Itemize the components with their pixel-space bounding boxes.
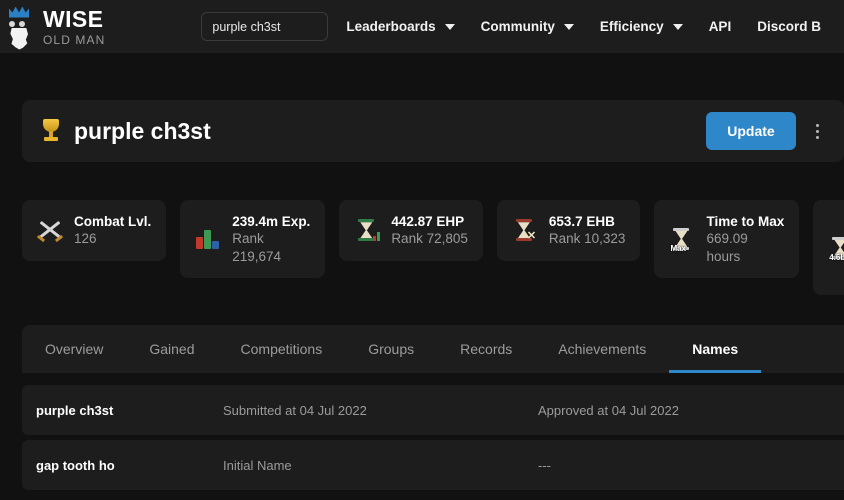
tab-bar: Overview Gained Competitions Groups Reco… — [22, 325, 844, 374]
tab-names[interactable]: Names — [669, 325, 762, 374]
row-approved: Approved at 04 Jul 2022 — [538, 402, 679, 418]
stat-secondary-2: hours — [706, 248, 741, 264]
nav-label: Leaderboards — [346, 19, 436, 34]
row-name: gap tooth ho — [36, 457, 115, 473]
stat-secondary: Rank — [232, 231, 264, 247]
stat-primary: Combat Lvl. — [74, 214, 152, 229]
stat-secondary-2: 219,674 — [232, 248, 282, 264]
green-hourglass-icon — [354, 217, 381, 243]
page-title: purple ch3st — [74, 117, 211, 144]
stat-primary: Time to Max — [706, 214, 785, 229]
nav-label: Community — [480, 19, 555, 34]
tab-label: Names — [692, 341, 739, 358]
wise-old-man-logo-icon — [4, 3, 34, 51]
red-hourglass-icon: ✕ — [512, 217, 538, 243]
tab-label: Gained — [149, 341, 195, 358]
names-table: purple ch3st Submitted at 04 Jul 2022 Ap… — [22, 385, 844, 491]
row-submitted: Initial Name — [223, 457, 292, 473]
brand-subtitle: OLD MAN — [43, 32, 106, 47]
nav-item-efficiency[interactable]: Efficiency — [600, 19, 683, 34]
chevron-down-icon — [444, 23, 455, 30]
hourglass-4-6b-icon: 4.6b — [828, 235, 844, 261]
tab-gained[interactable]: Gained — [126, 325, 217, 373]
stat-card-time-to-200m-all: 4.6b Time to 200m all 13,081.55 hours — [813, 200, 844, 296]
tab-groups[interactable]: Groups — [345, 325, 437, 373]
chevron-down-icon — [563, 23, 574, 30]
crossed-swords-icon — [36, 217, 64, 243]
nav-item-discord-bot[interactable]: Discord B — [757, 19, 821, 34]
page-body: purple ch3st Update Combat Lvl. 126 239.… — [0, 100, 844, 491]
kebab-menu-icon[interactable] — [804, 114, 830, 148]
stat-card-time-to-max: Max Time to Max 669.09 hours — [654, 200, 800, 278]
stat-secondary: 126 — [74, 231, 97, 247]
stat-primary: 442.87 EHP — [391, 214, 465, 229]
row-approved: --- — [538, 457, 551, 473]
content-container: purple ch3st Update Combat Lvl. 126 239.… — [0, 100, 844, 491]
row-name: purple ch3st — [36, 402, 114, 418]
table-row[interactable]: purple ch3st Submitted at 04 Jul 2022 Ap… — [22, 385, 844, 436]
tab-achievements[interactable]: Achievements — [535, 325, 669, 373]
nav-label: API — [708, 19, 732, 34]
tab-overview[interactable]: Overview — [22, 325, 126, 373]
stat-card-ehb: ✕ 653.7 EHB Rank 10,323 — [496, 200, 641, 261]
tab-label: Records — [460, 341, 513, 358]
stats-row: Combat Lvl. 126 239.4m Exp. Rank 219,674 — [22, 200, 844, 296]
stat-card-ehp: 442.87 EHP Rank 72,805 — [339, 200, 483, 261]
player-header-card: purple ch3st Update — [22, 100, 844, 162]
stat-secondary: Rank 10,323 — [548, 231, 626, 247]
stat-icon-badge: Max — [670, 243, 686, 253]
tab-label: Achievements — [558, 341, 647, 358]
nav-item-community[interactable]: Community — [481, 19, 574, 34]
player-actions: Update — [706, 112, 830, 150]
hourglass-max-icon: Max — [669, 226, 695, 252]
nav-item-leaderboards[interactable]: Leaderboards — [346, 19, 455, 34]
top-navigation-bar: WISE OLD MAN Leaderboards Community Effi… — [0, 0, 844, 53]
brand-logo[interactable]: WISE OLD MAN — [0, 3, 105, 51]
trophy-icon — [40, 118, 62, 144]
stat-icon-badge: 4.6b — [829, 252, 844, 262]
stat-secondary: 669.09 — [706, 231, 748, 247]
tab-label: Competitions — [240, 341, 323, 358]
row-submitted: Submitted at 04 Jul 2022 — [223, 402, 367, 418]
stat-primary: 239.4m Exp. — [232, 214, 311, 229]
stat-card-combat-level: Combat Lvl. 126 — [22, 200, 167, 261]
search-container — [201, 12, 329, 41]
stat-primary: 653.7 EHB — [548, 214, 615, 229]
tab-label: Overview — [45, 341, 104, 358]
nav-label: Discord B — [757, 19, 821, 34]
nav-item-api[interactable]: API — [709, 19, 732, 34]
bar-chart-icon — [195, 226, 221, 252]
tab-records[interactable]: Records — [437, 325, 535, 373]
search-input[interactable] — [201, 12, 329, 41]
stat-card-experience: 239.4m Exp. Rank 219,674 — [180, 200, 326, 278]
brand-title: WISE — [43, 5, 104, 32]
table-row[interactable]: gap tooth ho Initial Name --- — [22, 440, 844, 491]
nav-menu: Leaderboards Community Efficiency API Di… — [346, 19, 821, 34]
chevron-down-icon — [672, 23, 683, 30]
tab-competitions[interactable]: Competitions — [218, 325, 346, 373]
stat-secondary: Rank 72,805 — [391, 231, 468, 247]
update-button[interactable]: Update — [706, 112, 796, 150]
tab-label: Groups — [368, 341, 415, 358]
nav-label: Efficiency — [599, 19, 664, 34]
